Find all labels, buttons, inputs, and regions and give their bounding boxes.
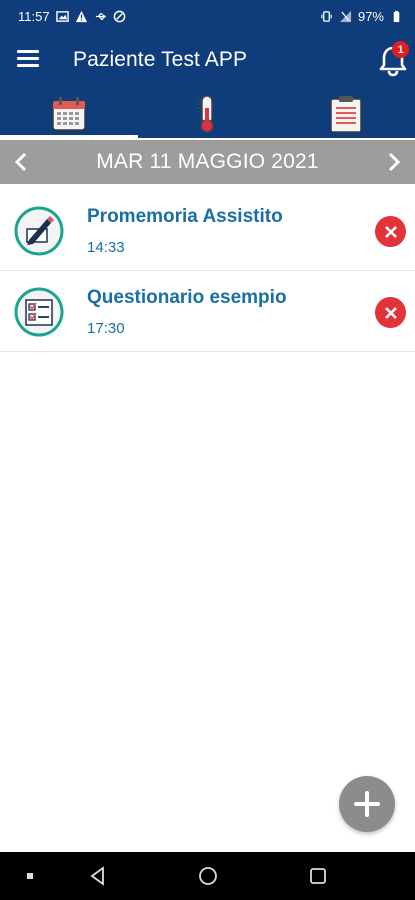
notifications-button[interactable]: 1 xyxy=(378,41,410,80)
dot-icon xyxy=(27,873,33,879)
app-bar: Paziente Test APP 1 xyxy=(0,32,415,90)
calendar-icon xyxy=(52,97,86,131)
chevron-left-icon[interactable] xyxy=(10,150,34,174)
event-list: Promemoria Assistito 14:33 Questionario … xyxy=(0,190,415,352)
signal-icon xyxy=(339,10,352,22)
close-icon xyxy=(384,306,397,319)
back-button[interactable] xyxy=(86,864,110,888)
delete-button[interactable] xyxy=(375,297,406,328)
date-bar: MAR 11 MAGGIO 2021 xyxy=(0,140,415,184)
pencil-note-icon xyxy=(14,206,64,256)
delete-button[interactable] xyxy=(375,216,406,247)
notification-badge: 1 xyxy=(392,41,409,58)
status-bar-left: 11:57 xyxy=(18,9,126,24)
current-date: MAR 11 MAGGIO 2021 xyxy=(96,150,319,173)
battery-icon xyxy=(393,10,400,22)
item-time: 14:33 xyxy=(87,239,125,256)
home-button[interactable] xyxy=(196,864,220,888)
square-icon xyxy=(310,868,326,884)
list-item[interactable]: Questionario esempio 17:30 xyxy=(0,271,415,352)
add-button[interactable] xyxy=(339,776,395,832)
chevron-right-icon[interactable] xyxy=(381,150,405,174)
recents-dot-button[interactable] xyxy=(18,864,42,888)
tab-bar xyxy=(0,90,415,138)
warning-icon xyxy=(75,10,87,22)
status-bar: 11:57 97% xyxy=(0,0,415,32)
vibrate-icon xyxy=(321,10,332,22)
clipboard-icon xyxy=(330,96,362,133)
data-saver-icon xyxy=(113,10,125,22)
usb-icon xyxy=(95,12,106,20)
tab-calendar[interactable] xyxy=(0,90,139,138)
hamburger-line xyxy=(17,64,39,67)
tab-temperature[interactable] xyxy=(138,90,276,138)
plus-icon xyxy=(354,791,380,817)
thermometer-icon xyxy=(197,95,215,133)
hamburger-line xyxy=(17,50,39,53)
back-triangle-icon xyxy=(90,866,104,886)
list-item[interactable]: Promemoria Assistito 14:33 xyxy=(0,190,415,271)
battery-percent: 97% xyxy=(357,8,384,24)
app-title: Paziente Test APP xyxy=(73,48,248,71)
home-circle-icon xyxy=(199,867,217,885)
status-bar-right: 97% xyxy=(320,9,403,24)
item-time: 17:30 xyxy=(87,320,125,337)
status-time: 11:57 xyxy=(18,8,50,24)
overview-button[interactable] xyxy=(306,864,330,888)
tab-clipboard[interactable] xyxy=(277,90,415,138)
menu-button[interactable] xyxy=(17,50,39,68)
item-title: Promemoria Assistito xyxy=(87,206,283,227)
image-icon xyxy=(55,10,69,22)
close-icon xyxy=(384,225,397,238)
hamburger-line xyxy=(17,57,39,60)
item-title: Questionario esempio xyxy=(87,287,287,308)
system-nav-bar xyxy=(0,852,415,900)
checklist-icon xyxy=(14,287,64,337)
